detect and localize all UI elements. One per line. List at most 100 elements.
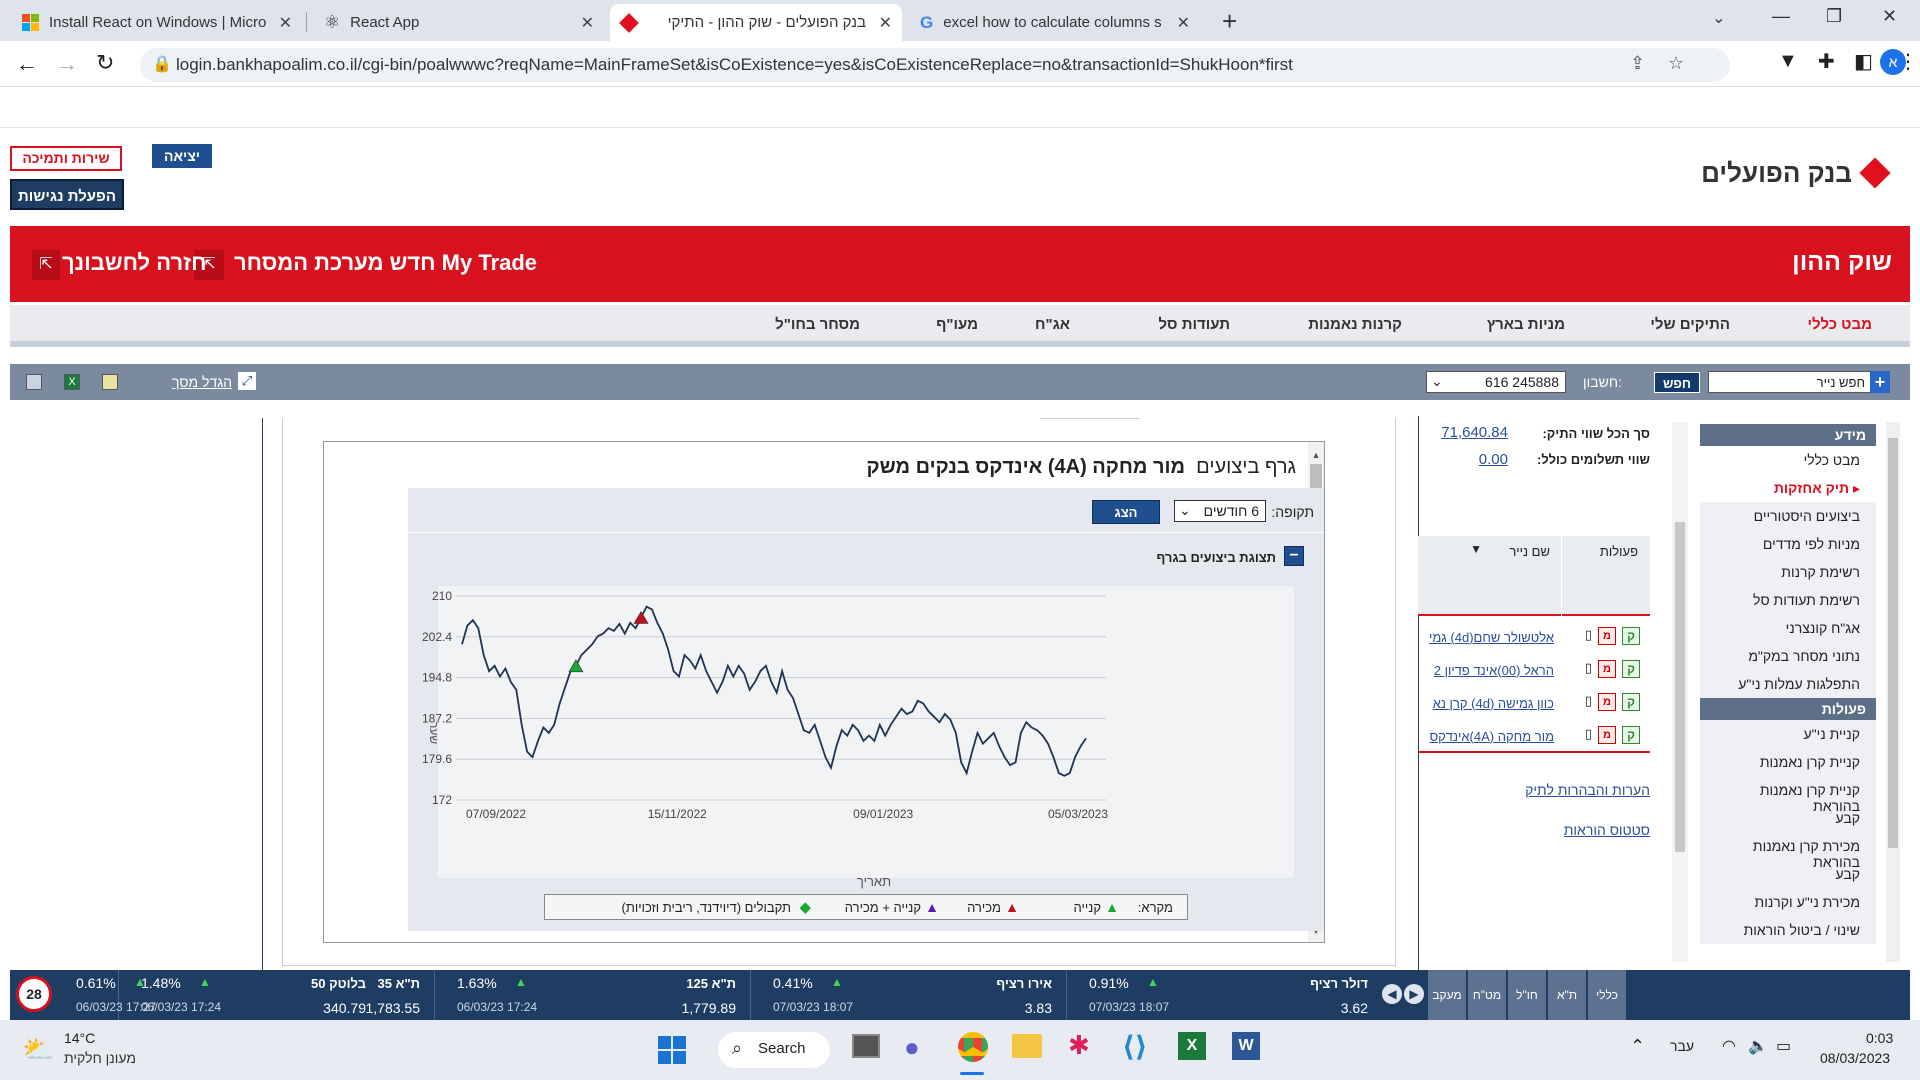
kebab-menu-icon[interactable]: ⋮	[1898, 49, 1918, 74]
ticker-tab-general[interactable]: כללי	[1588, 970, 1626, 1020]
mytrade-link[interactable]: חדש מערכת המסחר My Trade	[234, 250, 537, 276]
sidebar-item-buy-fund[interactable]: קניית קרן נאמנות	[1700, 748, 1876, 776]
table-row[interactable]: ק מ ▯ הראל (00)אינד פדיון 2	[1418, 657, 1650, 687]
maximize-icon[interactable]: ❐	[1826, 6, 1842, 27]
back-arrow-icon[interactable]: ←	[16, 51, 38, 77]
browser-tab-4[interactable]: G excel how to calculate columns s ✕	[908, 4, 1200, 41]
account-select[interactable]: 245888 616 ⌄	[1426, 371, 1566, 393]
security-name-link[interactable]: מור מחקה (4A)אינדקס	[1430, 729, 1554, 744]
sidebar-item-makam[interactable]: נתוני מסחר במק"מ	[1700, 642, 1876, 670]
support-button[interactable]: שירות ותמיכה	[10, 146, 122, 171]
ticker-item[interactable]: ת"א 125 1.63% ▲ 06/03/23 17:24 1,779.89	[434, 970, 748, 1020]
extension-v-icon[interactable]: ▼	[1778, 50, 1798, 73]
save-icon[interactable]	[26, 374, 42, 390]
ticker-prev-icon[interactable]: ◀	[1382, 984, 1402, 1004]
ticker-tab-watch[interactable]: מעקב	[1428, 970, 1466, 1020]
back-to-account-link[interactable]: חזרה לחשבונך	[62, 250, 207, 276]
wifi-icon[interactable]: ◠	[1722, 1036, 1736, 1056]
total-value[interactable]: 71,640.84	[1441, 424, 1508, 441]
volume-icon[interactable]: 🔈	[1748, 1036, 1768, 1056]
bank-logo[interactable]: בנק הפועלים	[1701, 156, 1892, 192]
share-icon[interactable]: ⇪	[1630, 53, 1645, 74]
sidebar-item-history[interactable]: ביצועים היסטוריים	[1700, 502, 1876, 530]
menu-item-etfs[interactable]: תעודות סל	[1158, 316, 1230, 333]
doc-icon[interactable]: ▯	[1585, 726, 1592, 742]
puzzle-icon[interactable]: ✚	[1818, 49, 1835, 74]
security-name-link[interactable]: כוון גמישה (4d) קרן נא	[1433, 696, 1554, 711]
menu-item-mutual-funds[interactable]: קרנות נאמנות	[1308, 316, 1402, 333]
excel-app-icon[interactable]: X	[1178, 1032, 1206, 1060]
menu-item-my-portfolios[interactable]: התיקים שלי	[1650, 316, 1730, 333]
sidebar-item-holdings[interactable]: ▸ תיק אחזקות	[1700, 474, 1876, 502]
task-view-icon[interactable]	[852, 1034, 880, 1058]
sell-button[interactable]: מ	[1598, 693, 1616, 711]
sidebar-item-funds-list[interactable]: רשימת קרנות	[1700, 558, 1876, 586]
clock-date[interactable]: 08/03/2023	[1820, 1050, 1890, 1066]
buy-button[interactable]: ק	[1622, 627, 1640, 645]
browser-tab-2[interactable]: ⚛ React App ✕	[312, 4, 604, 41]
ticker-tab-ta[interactable]: ת"א	[1548, 970, 1586, 1020]
close-icon[interactable]: ✕	[879, 13, 892, 33]
close-icon[interactable]: ✕	[581, 13, 594, 33]
bookmark-star-icon[interactable]: ☆	[1668, 53, 1684, 74]
sidebar-item-sell-fund-standing[interactable]: מכירת קרן נאמנות בהוראת	[1700, 832, 1876, 870]
buy-button[interactable]: ק	[1622, 660, 1640, 678]
sell-button[interactable]: מ	[1598, 660, 1616, 678]
sidebar-item-fees[interactable]: התפלגות עמלות ני"ע	[1700, 670, 1876, 698]
language-indicator[interactable]: עבר	[1670, 1038, 1694, 1054]
sidepanel-icon[interactable]: ◧	[1854, 49, 1873, 74]
buy-marker[interactable]	[568, 659, 584, 673]
sidebar-item-sell-securities[interactable]: מכירת ני"ע וקרנות	[1700, 888, 1876, 916]
doc-icon[interactable]: ▯	[1585, 627, 1592, 643]
col-name[interactable]: שם נייר	[1509, 544, 1550, 559]
new-tab-plus-icon[interactable]: +	[1222, 6, 1237, 37]
chrome-icon[interactable]	[958, 1032, 988, 1062]
sidebar-item-buy-securities[interactable]: קניית ני"ע	[1700, 720, 1876, 748]
weather-icon[interactable]: ⛅	[22, 1034, 54, 1065]
payments-value[interactable]: 0.00	[1479, 451, 1508, 468]
buy-button[interactable]: ק	[1622, 693, 1640, 711]
sidebar-item-buy-fund-standing[interactable]: קניית קרן נאמנות בהוראת	[1700, 776, 1876, 814]
url-field[interactable]: 🔒 login.bankhapoalim.co.il/cgi-bin/poalw…	[140, 48, 1730, 82]
tab-search-chevron-icon[interactable]: ⌄	[1712, 8, 1725, 28]
sidebar-item-change-orders[interactable]: שינוי / ביטול הוראות	[1700, 916, 1876, 944]
sidebar-item-corporate-bonds[interactable]: אג"ח קונצרני	[1700, 614, 1876, 642]
browser-tab-3-active[interactable]: בנק הפועלים - שוק ההון - התיקי ✕	[610, 4, 902, 41]
tray-chevron-icon[interactable]: ⌃	[1630, 1036, 1645, 1057]
table-row[interactable]: ק מ ▯ כוון גמישה (4d) קרן נא	[1418, 690, 1650, 720]
order-status-link[interactable]: סטטוס הוראות	[1564, 822, 1650, 838]
ticker-item[interactable]: דולר רציף 0.91% ▲ 07/03/23 18:07 3.62	[1066, 970, 1380, 1020]
print-icon[interactable]	[102, 374, 118, 390]
table-row[interactable]: ק מ ▯ אלטשולר שחם(4d) גמי	[1418, 624, 1650, 654]
external-arrow-icon[interactable]: ⇱	[32, 250, 60, 280]
slack-icon[interactable]: ✱	[1068, 1030, 1090, 1061]
battery-icon[interactable]: ▭	[1776, 1036, 1791, 1056]
security-name-link[interactable]: אלטשולר שחם(4d) גמי	[1429, 630, 1554, 645]
portfolio-scrollbar[interactable]	[1672, 422, 1688, 962]
buy-button[interactable]: ק	[1622, 726, 1640, 744]
sidebar-item-etf-list[interactable]: רשימת תעודות סל	[1700, 586, 1876, 614]
doc-icon[interactable]: ▯	[1585, 693, 1592, 709]
forward-arrow-icon[interactable]: →	[56, 51, 78, 77]
minimize-icon[interactable]: —	[1772, 6, 1790, 27]
close-icon[interactable]: ✕	[1177, 13, 1190, 33]
reload-icon[interactable]: ↻	[96, 50, 114, 76]
excel-icon[interactable]: X	[64, 374, 80, 390]
word-app-icon[interactable]: W	[1232, 1032, 1260, 1060]
search-button[interactable]: חפש	[1654, 372, 1700, 393]
weather-desc[interactable]: מעונן חלקית	[64, 1050, 136, 1066]
ticker-item[interactable]: אירו רציף 0.41% ▲ 07/03/23 18:07 3.83	[750, 970, 1064, 1020]
ticker-tab-fx[interactable]: מט"ח	[1468, 970, 1506, 1020]
menu-item-maof[interactable]: מעו"ף	[936, 316, 978, 333]
menu-item-local-stocks[interactable]: מניות בארץ	[1487, 316, 1565, 333]
sidebar-item-stocks-by-index[interactable]: מניות לפי מדדים	[1700, 530, 1876, 558]
search-input[interactable]: חפש נייר	[1708, 371, 1888, 393]
taskbar-search[interactable]: ⌕ Search	[718, 1032, 830, 1068]
enlarge-screen-link[interactable]: הגדל מסך	[172, 374, 232, 390]
doc-icon[interactable]: ▯	[1585, 660, 1592, 676]
sell-button[interactable]: מ	[1598, 627, 1616, 645]
ticker-item[interactable]: בלוטק 50 0.61% ▲ 06/03/23 17:27 340.79	[76, 970, 366, 1020]
accessibility-button[interactable]: הפעלת נגישות	[10, 179, 124, 210]
plus-icon[interactable]: +	[1870, 371, 1890, 393]
sell-button[interactable]: מ	[1598, 726, 1616, 744]
